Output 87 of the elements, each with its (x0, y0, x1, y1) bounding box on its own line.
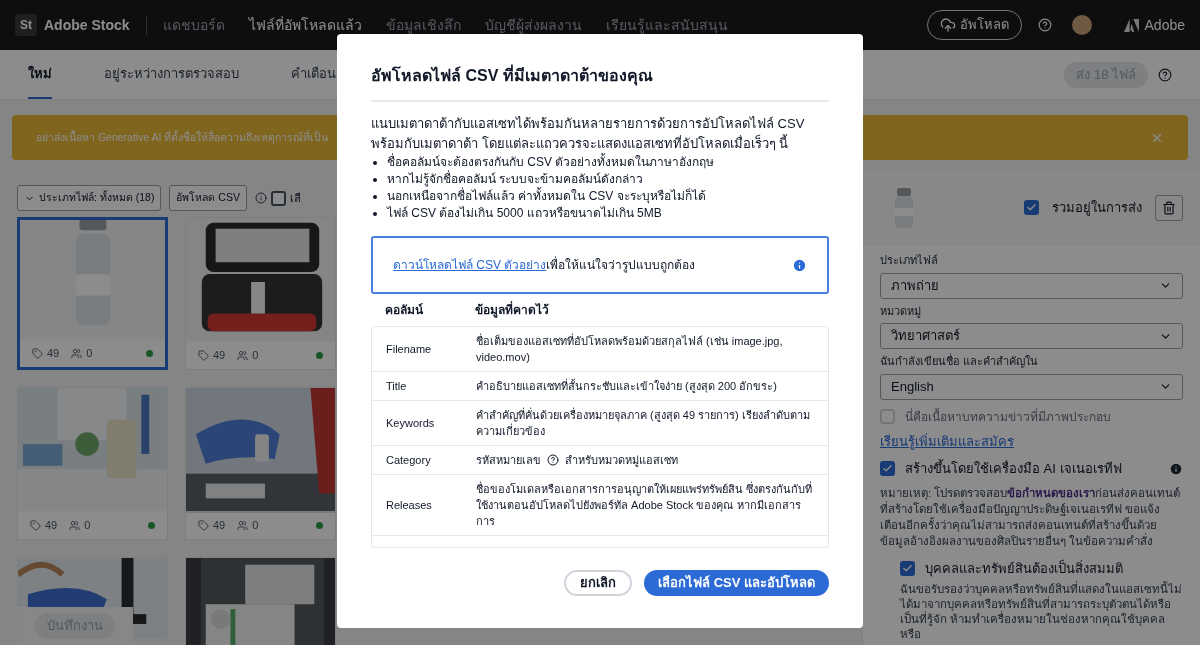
tag-icon (30, 519, 41, 531)
tag-icon (198, 349, 209, 361)
info-text: เพื่อให้แน่ใจว่ารูปแบบถูกต้อง (546, 256, 696, 274)
fictional-label: บุคคลและทรัพย์สินต้องเป็นสิ่งสมมติ (925, 558, 1123, 578)
info-icon[interactable] (254, 192, 267, 204)
checkbox[interactable] (270, 190, 286, 206)
generative-ai-label: สร้างขึ้นโดยใช้เครื่องมือ AI เจเนอเรทีฟ (905, 459, 1122, 478)
upload-icon (939, 17, 956, 33)
trash-icon (1162, 201, 1176, 215)
help-icon[interactable] (1158, 67, 1172, 82)
table-cell-text: Releases (386, 498, 433, 513)
tab[interactable]: อยู่ระหว่างการตรวจสอบ (104, 50, 239, 99)
sample-csv-link[interactable]: ดาวน์โหลดไฟล์ CSV ตัวอย่าง (393, 256, 547, 274)
tab[interactable]: ใหม่ (28, 50, 52, 99)
brand-name[interactable]: Adobe Stock (44, 14, 130, 36)
tag-icon (198, 519, 209, 531)
checkbox[interactable] (1024, 200, 1039, 215)
learn-more-link[interactable]: เรียนรู้เพิ่มเติมและสมัคร (880, 431, 1183, 451)
nav-link[interactable]: ไฟล์ที่อัพโหลดแล้ว (248, 14, 362, 36)
release-count: 0 (84, 517, 91, 533)
bullet-text: ไฟล์ CSV ต้องไม่เกิน 5000 แถวหรือขนาดไม่เกิน 5MB (387, 205, 662, 222)
keyword-count: 49 (47, 345, 60, 361)
check-icon (1026, 202, 1037, 213)
adobe-label: Adobe (1144, 15, 1185, 35)
keyword-count: 49 (45, 517, 58, 533)
delete-button[interactable] (1155, 195, 1183, 221)
fictional-text: ฉันขอรับรองว่าบุคคลหรือทรัพย์สินที่แสดงในแอสเซทนี้ไม่ได้มาจากบุคคลหรือทรัพย์สินที่สามารถระบุตัวตนได้หรือเป็นที่รู้จัก ห้ามทำเครื่องหมายในช่องหากคุณใช้บุคคลหรือ (900, 582, 1183, 642)
bullet-text: นอกเหนือจากชื่อไฟล์แล้ว ค่าทั้งหมดใน CSV จะระบุหรือไม่ก็ได้ (387, 188, 706, 205)
bullet-text: ชื่อคอลัมน์จะต้องตรงกันกับ CSV ตัวอย่างทั้งหมดในภาษาอังกฤษ (387, 154, 715, 170)
include-label: รวมอยู่ในการส่ง (1052, 199, 1142, 218)
keyword-count: 49 (213, 347, 226, 363)
checkbox[interactable] (880, 461, 895, 477)
nav-link[interactable]: บัญชีผู้ส่งผลงาน (484, 14, 582, 36)
asset-card[interactable]: 49 0 (185, 387, 336, 540)
nav-link[interactable]: ข้อมูลเชิงลึก (385, 14, 461, 36)
select-field[interactable]: วิทยาศาสตร์ (880, 323, 1183, 349)
select-all-label: เลื (289, 190, 301, 206)
table-cell: ชื่อของโมเดลหรือเอกสารการอนุญาตให้เผยแพร่ทรัพย์สิน ซึ่งตรงกันกับที่ใช้งานตอนอัปโหลดไปยังพอร์ทัล Adobe Stock ของคุณ หากมีเอกสารการ (476, 481, 814, 529)
table-cell-text: คำสำคัญที่คั่นด้วยเครื่องหมายจุลภาค (สูงสุด 49 รายการ) เรียงลำดับตามความเกี่ยวข้อง (476, 407, 811, 439)
banner-text: อย่าส่งเนื้อหา Generative AI ที่ตั้งชื่อให้สื่อความถึงเหตุการณ์ที่เป็น (36, 129, 329, 146)
field-label: ประเภทไฟล์ (880, 253, 939, 268)
release-count: 0 (252, 347, 259, 363)
bullet-text: หากไม่รู้จักชื่อคอลัมน์ ระบบจะข้ามคอลัมน์ดังกล่าว (387, 171, 644, 188)
release-count: 0 (252, 517, 259, 533)
table-cell-text: Filename (386, 342, 433, 357)
column-header: คอลัมน์ (385, 302, 424, 319)
checkbox[interactable] (900, 560, 915, 576)
tag-icon (32, 347, 43, 359)
nav-link[interactable]: เรียนรู้และสนับสนุน (605, 14, 728, 36)
people-icon (237, 519, 249, 531)
release-count: 0 (86, 345, 93, 361)
table-cell-text: รหัสหมายเลข (476, 453, 541, 468)
dialog-title: อัพโหลดไฟล์ CSV ที่มีเมตาดาต้าของคุณ (371, 64, 829, 102)
upload-csv-button[interactable]: อัพโหลด CSV (169, 185, 247, 211)
dialog-intro: แนบเมตาดาต้ากับแอสเซทได้พร้อมกันหลายรายการด้วยการอัปโหลดไฟล์ CSV พร้อมกับเมตาดาต้า โดยแต่ละแถวควรจะแสดงแอสเซทที่อัปโหลดเมื่อเร็วๆ นี้ (371, 115, 806, 153)
people-icon (69, 519, 81, 531)
logo-icon (1123, 18, 1139, 32)
table-cell-text: Title (386, 379, 408, 394)
select-field[interactable]: ภาพถ่าย (880, 272, 1183, 299)
people-icon (71, 347, 83, 359)
asset-card[interactable]: 49 0 (17, 217, 168, 370)
info-icon (792, 257, 807, 273)
field-label: ฉันกำลังเขียนชื่อ และคำสำคัญใน (880, 353, 1040, 370)
file-type-filter[interactable]: ประเภทไฟล์: ทั้งหมด (18) (17, 185, 162, 211)
field-label: หมวดหมู่ (880, 303, 922, 319)
asset-card[interactable]: 49 0 (17, 387, 168, 540)
logo-mark[interactable]: St (15, 14, 37, 36)
table-cell: คำอธิบายแอสเซทที่สั้นกระชับและเข้าใจง่าย (สูงสุด 200 อักขระ) (476, 378, 777, 394)
table-cell-text: สำหรับหมวดหมู่แอสเซท (565, 453, 678, 468)
table-cell-text: ชื่อเต็มของแอสเซทที่อัปโหลดพร้อมด้วยสกุลไฟล์ (เช่น image.jpg, video.mov) (476, 333, 784, 365)
help-icon[interactable] (547, 454, 559, 466)
tab[interactable]: คำเตือน (291, 50, 336, 99)
table-cell-text: Category (386, 453, 432, 468)
table-cell-text: Keywords (386, 416, 436, 431)
column-header: ข้อมูลที่คาดไว้ (475, 301, 549, 319)
avatar[interactable] (1071, 15, 1092, 35)
nav-link[interactable]: แดชบอร์ด (162, 14, 225, 36)
keyword-count: 49 (213, 517, 226, 533)
terms-link[interactable]: ข้อกำหนดของเรา (1007, 486, 1096, 499)
upload-csv-confirm-button[interactable]: เลือกไฟล์ CSV และอัปโหลด (644, 570, 829, 596)
editorial-label: นี่คือเนื้อหาบทความข่าวที่มีภาพประกอบ (905, 407, 1111, 426)
asset-card[interactable]: 49 0 (185, 217, 336, 370)
people-icon (237, 349, 249, 361)
cancel-button[interactable]: ยกเลิก (564, 570, 633, 596)
ai-note: หมายเหตุ: โปรดตรวจสอบข้อกำหนดของเราก่อนส่งคอนเทนต์ที่สร้างโดยใช้เครื่องมือปัญญาประดิษฐ์เจเนอเรทีฟ ขอแจ้งเตือนอีกครั้งว่าคุณไม่สามารถส่งคอนเทนต์ที่สร้างขึ้นด้วยข้อมูลอ้างอิงผลงานของศิลปินรายอื่นๆ ในข้อความคำสั่ง (880, 485, 1182, 549)
check-icon (902, 562, 913, 574)
select-field[interactable]: English (880, 373, 1183, 400)
